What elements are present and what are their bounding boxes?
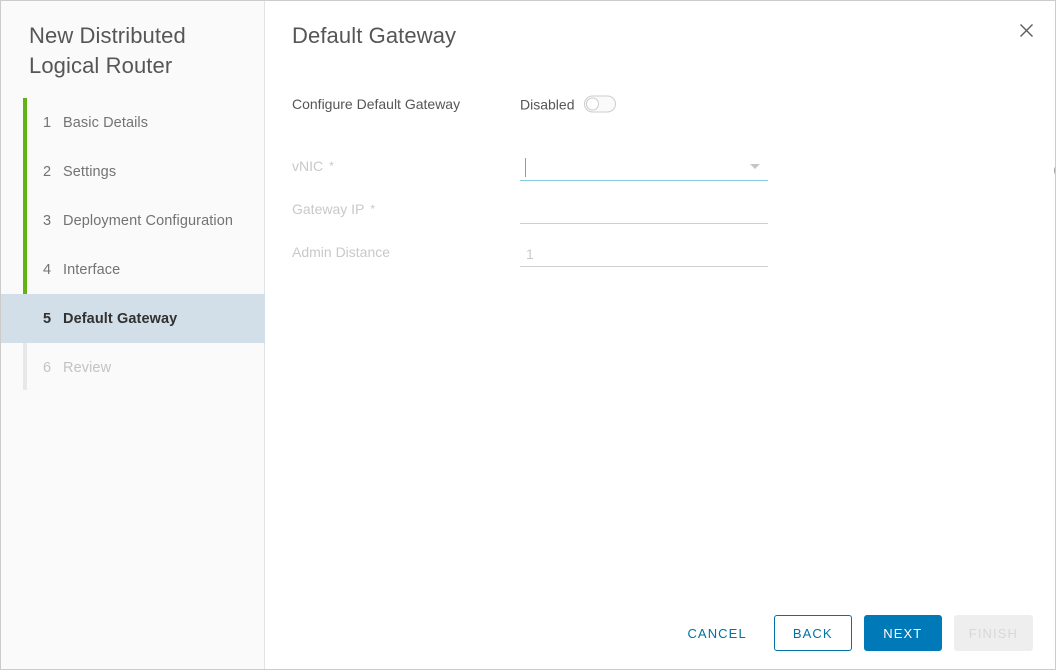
gateway-ip-row: Gateway IP * bbox=[265, 192, 1055, 226]
configure-default-gateway-toggle-wrap: Disabled bbox=[520, 95, 617, 113]
cancel-button[interactable]: CANCEL bbox=[672, 615, 761, 651]
sidebar-step-settings[interactable]: 2 Settings bbox=[1, 147, 265, 196]
default-gateway-form: Configure Default Gateway Disabled vNIC * bbox=[265, 87, 1055, 269]
step-label: Review bbox=[63, 359, 112, 376]
field-underline bbox=[520, 180, 768, 181]
vnic-select[interactable] bbox=[520, 155, 768, 181]
admin-distance-value: 1 bbox=[526, 246, 534, 262]
vnic-label-text: vNIC bbox=[292, 158, 324, 174]
close-icon bbox=[1019, 23, 1033, 37]
sidebar-step-deployment-configuration[interactable]: 3 Deployment Configuration bbox=[1, 196, 265, 245]
step-label: Deployment Configuration bbox=[63, 212, 234, 229]
configure-default-gateway-label: Configure Default Gateway bbox=[292, 96, 461, 112]
next-button[interactable]: NEXT bbox=[863, 615, 942, 651]
configure-default-gateway-toggle[interactable] bbox=[584, 95, 617, 113]
gateway-ip-label-text: Gateway IP bbox=[292, 201, 365, 217]
text-cursor bbox=[525, 158, 526, 177]
step-label: Basic Details bbox=[63, 114, 149, 131]
admin-distance-row: Admin Distance 1 i bbox=[265, 235, 1055, 269]
admin-distance-input[interactable]: 1 bbox=[520, 241, 768, 267]
chevron-down-icon[interactable] bbox=[750, 164, 760, 169]
sidebar-step-default-gateway[interactable]: 5 Default Gateway bbox=[1, 294, 265, 343]
step-number: 2 bbox=[43, 163, 52, 180]
wizard-main-panel: Default Gateway Configure Default Gatewa… bbox=[265, 1, 1055, 669]
finish-button: FINISH bbox=[953, 615, 1033, 651]
back-button[interactable]: BACK bbox=[773, 615, 852, 651]
gateway-ip-label: Gateway IP * bbox=[292, 201, 375, 217]
step-label: Settings bbox=[63, 163, 117, 180]
page-title: Default Gateway bbox=[292, 23, 457, 48]
step-number: 4 bbox=[43, 261, 52, 278]
step-number: 6 bbox=[43, 359, 52, 376]
wizard-footer: CANCEL BACK NEXT FINISH bbox=[672, 615, 1033, 651]
sidebar-step-basic-details[interactable]: 1 Basic Details bbox=[1, 98, 265, 147]
toggle-knob bbox=[586, 97, 600, 111]
wizard-step-list: 1 Basic Details 2 Settings 3 Deployment … bbox=[1, 98, 265, 392]
wizard-dialog: New Distributed Logical Router 1 Basic D… bbox=[0, 0, 1056, 670]
step-number: 3 bbox=[43, 212, 52, 229]
admin-distance-label: Admin Distance bbox=[292, 244, 390, 260]
field-underline bbox=[520, 266, 768, 267]
wizard-sidebar: New Distributed Logical Router 1 Basic D… bbox=[1, 1, 265, 669]
gateway-ip-input[interactable] bbox=[520, 198, 768, 224]
vnic-label: vNIC * bbox=[292, 158, 334, 174]
configure-default-gateway-row: Configure Default Gateway Disabled bbox=[265, 87, 1055, 121]
vnic-row: vNIC* i bbox=[265, 149, 1055, 183]
step-label: Default Gateway bbox=[63, 310, 178, 327]
sidebar-step-interface[interactable]: 4 Interface bbox=[1, 245, 265, 294]
gateway-ip-required-marker: * bbox=[370, 202, 376, 216]
toggle-state-label: Disabled bbox=[520, 96, 575, 112]
sidebar-step-review[interactable]: 6 Review bbox=[1, 343, 265, 392]
step-number: 5 bbox=[43, 310, 52, 327]
wizard-title: New Distributed Logical Router bbox=[29, 23, 186, 78]
vnic-required-marker: * bbox=[329, 159, 334, 173]
close-button[interactable] bbox=[1013, 17, 1039, 43]
step-label: Interface bbox=[63, 261, 121, 278]
field-underline bbox=[520, 223, 768, 224]
admin-distance-label-text: Admin Distance bbox=[292, 244, 391, 260]
step-number: 1 bbox=[43, 114, 52, 131]
